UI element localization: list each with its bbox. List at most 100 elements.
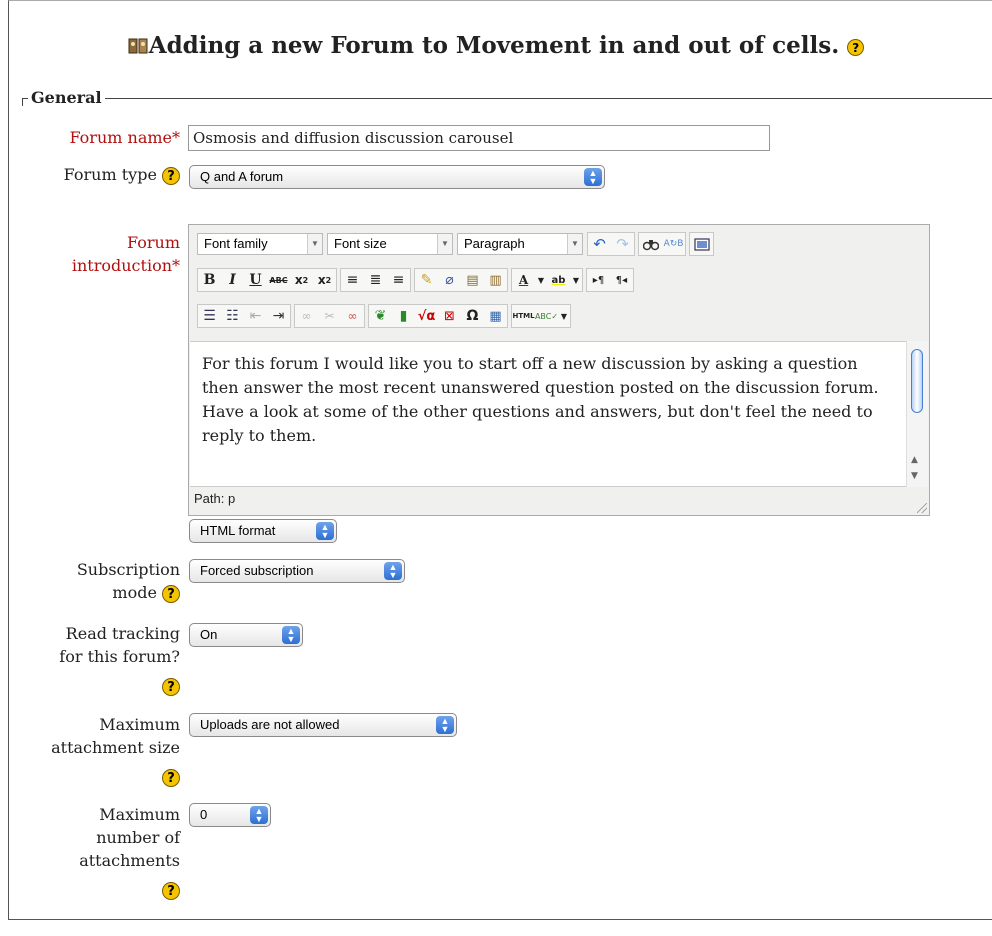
italic-icon[interactable]: I [221, 269, 244, 291]
page-heading: Adding a new Forum to Movement in and ou… [0, 32, 992, 59]
toolbar-row-2: B I U ABC x2 x2 ≡ ≣ ≡ ✎ ⌀ ▤ ▥ A ▼ ab ▼ ▸… [197, 267, 637, 293]
subscript-icon[interactable]: x2 [290, 269, 313, 291]
help-icon[interactable]: ? [162, 166, 180, 185]
toolbar-row-1: Font family ▼ Font size ▼ Paragraph ▼ ↶ ↷ A… [197, 231, 717, 257]
align-center-icon[interactable]: ≣ [364, 269, 387, 291]
bullet-list-icon[interactable]: ☰ [198, 305, 221, 327]
forum-intro-label-line2-text: introduction [71, 256, 172, 275]
unlink-icon[interactable]: ✂ [318, 305, 341, 327]
dropdown-arrow-icon[interactable]: ▼ [558, 305, 570, 327]
html-group: HTML ABC✓ ▼ [511, 304, 571, 328]
table-icon[interactable]: ▦ [484, 305, 507, 327]
max-size-select[interactable]: Uploads are not allowed ▲ ▼ [189, 713, 457, 737]
page-title: Adding a new Forum to Movement in and ou… [148, 32, 840, 59]
tracking-value: On [200, 627, 218, 642]
max-num-help: ? [20, 878, 180, 901]
spellcheck-icon[interactable]: ABC✓ [535, 305, 558, 327]
ltr-icon[interactable]: ▸¶ [587, 269, 610, 291]
tracking-select[interactable]: On ▲ ▼ [189, 623, 303, 647]
select-arrows-icon: ▲ ▼ [250, 806, 268, 824]
forum-name-input[interactable]: Osmosis and diffusion discussion carouse… [188, 125, 770, 151]
underline-icon[interactable]: U [244, 269, 267, 291]
max-num-label: Maximum number of attachments ? [20, 803, 180, 901]
link-icon[interactable]: ∞ [295, 305, 318, 327]
font-size-value: Font size [334, 236, 387, 251]
help-icon[interactable]: ? [162, 677, 180, 696]
required-star: * [172, 128, 180, 147]
scrollbar-thumb[interactable] [911, 349, 923, 413]
paragraph-select[interactable]: Paragraph ▼ [457, 233, 583, 255]
anchor-icon[interactable]: ∞ [341, 305, 364, 327]
rtl-icon[interactable]: ¶◂ [610, 269, 633, 291]
numbered-list-icon[interactable]: ☷ [221, 305, 244, 327]
equation-icon[interactable]: √α [415, 305, 438, 327]
select-arrows-icon: ▲ ▼ [584, 168, 602, 186]
nolink-icon[interactable]: ⊠ [438, 305, 461, 327]
tracking-label-line2: for this forum? [59, 647, 180, 666]
dropdown-arrow-icon[interactable]: ▼ [535, 269, 547, 291]
paragraph-value: Paragraph [464, 236, 525, 251]
font-family-select[interactable]: Font family ▼ [197, 233, 323, 255]
max-num-label-line2: number of [96, 828, 180, 847]
dropdown-arrow-icon: ▼ [307, 234, 322, 254]
strikethrough-icon[interactable]: ABC [267, 269, 290, 291]
cleanup-icon[interactable]: ✎ [415, 269, 438, 291]
max-size-label: Maximum attachment size ? [20, 713, 180, 788]
max-num-label-line3: attachments [79, 851, 180, 870]
forum-name-label: Forum name* [20, 126, 180, 149]
highlight-color-icon[interactable]: ab [547, 269, 570, 291]
font-size-select[interactable]: Font size ▼ [327, 233, 453, 255]
intro-text: For this forum I would like you to start… [202, 354, 879, 445]
format-value: HTML format [200, 523, 276, 538]
outdent-icon[interactable]: ⇤ [244, 305, 267, 327]
help-icon[interactable]: ? [162, 584, 180, 603]
resize-grip-icon[interactable] [917, 503, 927, 513]
redo-icon[interactable]: ↷ [611, 233, 634, 255]
superscript-icon[interactable]: x2 [313, 269, 336, 291]
forum-type-select[interactable]: Q and A forum ▲ ▼ [189, 165, 605, 189]
toolbar-row-3: ☰ ☷ ⇤ ⇥ ∞ ✂ ∞ ❦ ▮ √α ⊠ Ω ▦ HTML ABC✓ ▼ [197, 303, 574, 329]
font-family-value: Font family [204, 236, 268, 251]
forum-intro-label-line1: Forum [127, 233, 180, 252]
subscription-label: Subscription mode ? [20, 558, 180, 604]
help-icon[interactable]: ? [162, 881, 180, 900]
find-icon[interactable] [639, 233, 662, 255]
help-icon[interactable]: ? [162, 768, 180, 787]
fullscreen-icon[interactable] [690, 233, 713, 255]
undo-icon[interactable]: ↶ [588, 233, 611, 255]
align-group: ≡ ≣ ≡ [340, 268, 411, 292]
align-right-icon[interactable]: ≡ [387, 269, 410, 291]
rich-text-editor: Font family ▼ Font size ▼ Paragraph ▼ ↶ ↷ A… [188, 224, 930, 516]
editor-scrollbar[interactable]: ▲ ▼ [906, 341, 928, 487]
list-group: ☰ ☷ ⇤ ⇥ [197, 304, 291, 328]
forum-intro-label: Forum introduction* [20, 231, 180, 277]
format-select[interactable]: HTML format ▲ ▼ [189, 519, 337, 543]
bold-icon[interactable]: B [198, 269, 221, 291]
editor-content-area[interactable]: For this forum I would like you to start… [190, 341, 906, 487]
replace-icon[interactable]: A↻B [662, 233, 685, 255]
dropdown-arrow-icon[interactable]: ▼ [570, 269, 582, 291]
max-size-help: ? [20, 765, 180, 788]
special-char-icon[interactable]: Ω [461, 305, 484, 327]
scroll-down-icon[interactable]: ▼ [911, 471, 918, 481]
paste-word-icon[interactable]: ▥ [484, 269, 507, 291]
select-arrows-icon: ▲ ▼ [436, 716, 454, 734]
insert-group: ❦ ▮ √α ⊠ Ω ▦ [368, 304, 508, 328]
html-source-icon[interactable]: HTML [512, 305, 535, 327]
scroll-up-icon[interactable]: ▲ [911, 455, 918, 465]
tracking-label-line1: Read tracking [65, 624, 180, 643]
image-icon[interactable]: ❦ [369, 305, 392, 327]
required-star: * [172, 256, 180, 275]
max-num-select[interactable]: 0 ▲ ▼ [189, 803, 271, 827]
eraser-icon[interactable]: ⌀ [438, 269, 461, 291]
forum-type-label-text: Forum type [63, 165, 157, 184]
editor-path: Path: p [194, 491, 236, 506]
paste-text-icon[interactable]: ▤ [461, 269, 484, 291]
align-left-icon[interactable]: ≡ [341, 269, 364, 291]
help-icon[interactable]: ? [847, 38, 865, 56]
indent-icon[interactable]: ⇥ [267, 305, 290, 327]
text-color-icon[interactable]: A [512, 269, 535, 291]
fieldset-legend: General [28, 88, 105, 107]
subscription-select[interactable]: Forced subscription ▲ ▼ [189, 559, 405, 583]
media-icon[interactable]: ▮ [392, 305, 415, 327]
